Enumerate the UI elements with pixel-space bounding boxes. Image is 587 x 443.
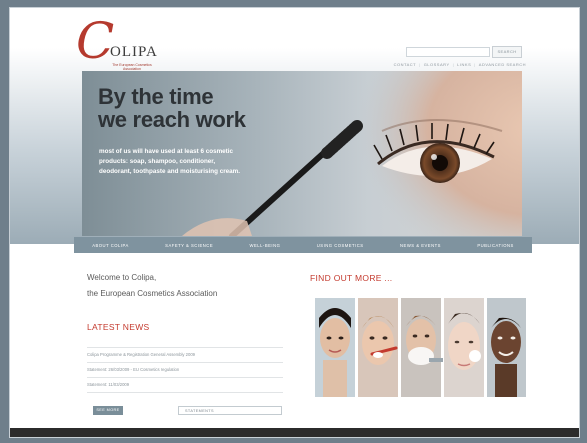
photo-man-shaving[interactable] bbox=[401, 298, 443, 397]
latest-news-title: LATEST NEWS bbox=[87, 322, 150, 332]
utility-links: CONTACT | GLOSSARY | LINKS | ADVANCED SEARCH bbox=[366, 62, 526, 67]
welcome-line2: the European Cosmetics Association bbox=[87, 289, 218, 298]
find-out-more-title: FIND OUT MORE ... bbox=[310, 273, 393, 283]
hero-headline-line2: we reach work bbox=[98, 107, 246, 132]
links-link[interactable]: LINKS bbox=[457, 62, 471, 67]
news-item[interactable]: Colipa Programme & Registration General … bbox=[87, 347, 283, 362]
search-input[interactable] bbox=[406, 47, 490, 57]
link-separator: | bbox=[419, 62, 421, 67]
nav-well-being[interactable]: WELL-BEING bbox=[250, 243, 281, 248]
welcome-text: Welcome to Colipa, the European Cosmetic… bbox=[87, 270, 287, 302]
find-out-more-photos[interactable] bbox=[315, 298, 526, 397]
statements-dropdown[interactable]: STATEMENTS bbox=[178, 406, 282, 415]
photo-man-african[interactable] bbox=[487, 298, 526, 397]
nav-about-colipa[interactable]: ABOUT COLIPA bbox=[92, 243, 129, 248]
search-button[interactable]: SEARCH bbox=[492, 46, 522, 58]
hero-banner[interactable]: By the time we reach work most of us wil… bbox=[82, 71, 522, 236]
welcome-line1: Welcome to Colipa, bbox=[87, 273, 157, 282]
nav-news-events[interactable]: NEWS & EVENTS bbox=[400, 243, 441, 248]
nav-safety-science[interactable]: SAFETY & SCIENCE bbox=[165, 243, 213, 248]
page-frame: C OLIPA The European Cosmetics Associati… bbox=[9, 7, 580, 438]
photo-woman-cream[interactable] bbox=[444, 298, 484, 397]
news-list: Colipa Programme & Registration General … bbox=[87, 347, 283, 393]
footer-band bbox=[10, 428, 579, 437]
news-item[interactable]: Statement: 26/03/2009 - EU Cosmetics reg… bbox=[87, 362, 283, 377]
see-more-button[interactable]: SEE MORE bbox=[93, 406, 123, 415]
hero-headline: By the time we reach work bbox=[98, 85, 246, 131]
logo-wordmark: OLIPA bbox=[110, 44, 158, 60]
contact-link[interactable]: CONTACT bbox=[394, 62, 417, 67]
news-item[interactable]: Statement: 11/03/2009 bbox=[87, 377, 283, 393]
link-separator: | bbox=[452, 62, 455, 67]
nav-publications[interactable]: PUBLICATIONS bbox=[477, 243, 513, 248]
advanced-search-link[interactable]: ADVANCED SEARCH bbox=[479, 62, 526, 67]
logo-subtitle: The European Cosmetics Association bbox=[112, 63, 152, 71]
link-separator: | bbox=[474, 62, 476, 67]
hero-headline-line1: By the time bbox=[98, 84, 214, 109]
main-navigation: ABOUT COLIPA SAFETY & SCIENCE WELL-BEING… bbox=[74, 237, 532, 253]
hero-body-text: most of us will have used at least 6 cos… bbox=[99, 148, 240, 175]
photo-woman-asian[interactable] bbox=[315, 298, 355, 397]
logo-letter: C bbox=[76, 12, 115, 70]
nav-using-cosmetics[interactable]: USING COSMETICS bbox=[317, 243, 364, 248]
photo-child-toothbrush[interactable] bbox=[358, 298, 398, 397]
glossary-link[interactable]: GLOSSARY bbox=[424, 62, 450, 67]
